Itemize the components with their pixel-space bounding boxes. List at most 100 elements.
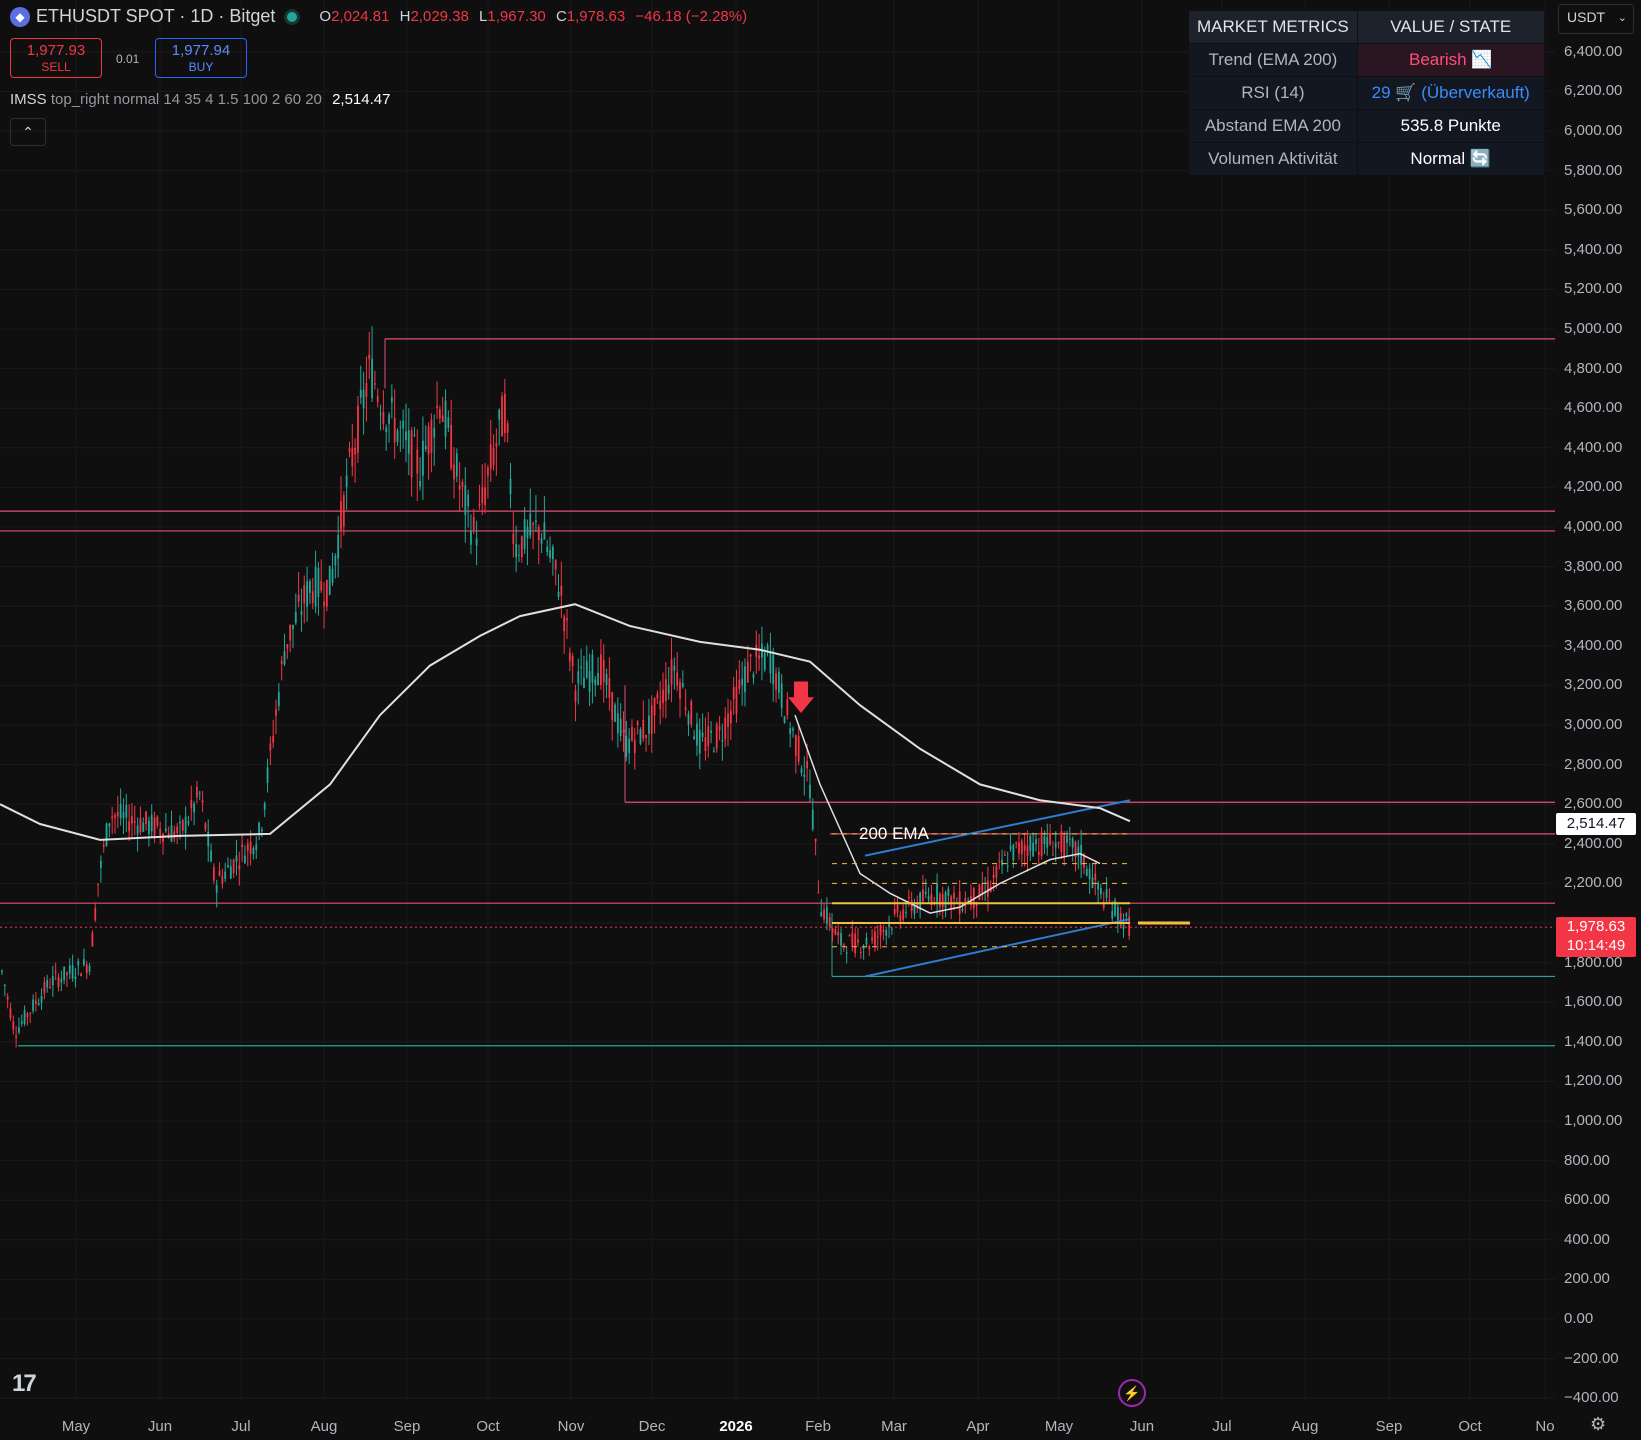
candle-body <box>690 701 693 725</box>
candle-body <box>441 415 444 422</box>
candle-body <box>478 504 481 506</box>
price-axis-label: 2,800.00 <box>1564 755 1623 773</box>
candle-body <box>9 1008 12 1019</box>
candle-body <box>430 419 433 453</box>
candle-body <box>74 976 77 980</box>
gear-icon[interactable]: ⚙ <box>1590 1414 1606 1435</box>
price-axis-label: 6,000.00 <box>1564 122 1623 139</box>
candle-body <box>23 1010 26 1024</box>
candle-body <box>481 487 484 504</box>
candle-body <box>263 803 266 810</box>
candle-body <box>119 803 122 819</box>
candle-body <box>664 679 667 702</box>
symbol-header[interactable]: ◆ ETHUSDT SPOT · 1D · Bitget O2,024.81 H… <box>10 6 747 27</box>
candle-body <box>433 427 436 438</box>
candle-body <box>936 884 938 904</box>
candle-body <box>628 738 631 753</box>
time-axis-label: Sep <box>1375 1418 1403 1435</box>
candle-body <box>571 656 574 666</box>
candle-body <box>1049 833 1051 845</box>
candle-body <box>311 591 314 604</box>
price-axis-label: 5,800.00 <box>1564 161 1623 179</box>
candle-body <box>314 566 317 607</box>
candle-body <box>953 892 955 899</box>
candle-body <box>783 716 786 723</box>
candle-body <box>939 894 941 907</box>
candle-body <box>221 876 224 884</box>
candle-body <box>546 546 549 553</box>
indicator-legend[interactable]: IMSS top_right normal 14 35 4 1.5 100 2 … <box>10 91 390 108</box>
candle-body <box>896 904 899 913</box>
candle-body <box>77 961 80 966</box>
candle-body <box>551 546 554 560</box>
candle-body <box>650 705 653 735</box>
candle-body <box>258 822 260 835</box>
candle-body <box>261 829 263 832</box>
candle-body <box>1040 832 1043 857</box>
candle-body <box>1063 835 1066 859</box>
tradingview-logo-icon[interactable]: 17 <box>12 1370 37 1398</box>
candle-body <box>814 838 817 842</box>
candle-body <box>467 494 470 507</box>
candle-body <box>890 928 893 930</box>
candle-body <box>15 1035 18 1038</box>
candle-body <box>116 811 119 817</box>
candle-body <box>987 880 989 897</box>
collapse-legend-button[interactable]: ⌃ <box>10 118 46 146</box>
candle-body <box>444 400 447 437</box>
candle-body <box>566 618 568 621</box>
candle-body <box>809 784 811 799</box>
candle-body <box>1023 844 1026 851</box>
candle-body <box>422 440 424 476</box>
sell-button[interactable]: 1,977.93 SELL <box>10 38 102 78</box>
candle-body <box>215 885 218 893</box>
candle-body <box>337 535 340 559</box>
candle-body <box>752 674 755 679</box>
price-axis-label: 6,400.00 <box>1564 42 1623 60</box>
price-axis-label: 2,600.00 <box>1564 795 1623 813</box>
candle-body <box>845 952 848 954</box>
channel-lower-line <box>864 918 1131 978</box>
candle-body <box>523 519 526 550</box>
time-axis-label: Jun <box>1129 1418 1155 1435</box>
candle-body <box>487 467 489 476</box>
chart-canvas[interactable] <box>0 0 1641 1440</box>
candle-body <box>108 823 111 827</box>
candle-body <box>636 721 639 725</box>
candle-body <box>687 713 690 725</box>
market-metrics-table: MARKET METRICS VALUE / STATE Trend (EMA … <box>1188 10 1545 176</box>
spread-value: 0.01 <box>116 52 140 66</box>
candle-body <box>94 908 97 921</box>
price-axis-label: −200.00 <box>1564 1349 1619 1367</box>
indicator-name: IMSS <box>10 91 47 108</box>
bolt-icon[interactable]: ⚡ <box>1118 1379 1146 1407</box>
buy-button[interactable]: 1,977.94 BUY <box>155 38 247 78</box>
price-axis-label: 4,000.00 <box>1564 518 1623 535</box>
candle-body <box>560 585 563 596</box>
candle-body <box>509 478 512 495</box>
ohlc-values: O2,024.81 H2,029.38 L1,967.30 C1,978.63 … <box>319 8 748 25</box>
candle-body <box>306 581 308 607</box>
candle-body <box>71 965 74 979</box>
time-axis-label: Mar <box>881 1418 907 1435</box>
currency-select[interactable]: USDT ⌄ <box>1558 4 1634 34</box>
candle-body <box>181 820 184 831</box>
symbol-title[interactable]: ETHUSDT SPOT · 1D · Bitget <box>36 6 275 27</box>
candle-body <box>438 409 441 419</box>
metric-label: Trend (EMA 200) <box>1188 43 1358 77</box>
candle-body <box>910 900 913 912</box>
candle-body <box>874 931 876 946</box>
candle-body <box>503 393 506 434</box>
ema-annotation: 200 EMA <box>859 824 929 843</box>
candle-body <box>317 567 320 598</box>
candle-body <box>871 937 873 941</box>
candle-body <box>348 448 351 453</box>
price-axis-label: 4,400.00 <box>1564 438 1623 456</box>
candle-body <box>1066 835 1068 843</box>
candle-body <box>893 909 896 914</box>
time-axis-label: 2026 <box>719 1418 753 1435</box>
candle-body <box>506 423 509 433</box>
candle-body <box>405 431 407 441</box>
bar-countdown: 10:14:49 <box>1566 937 1626 954</box>
candle-body <box>136 825 139 835</box>
